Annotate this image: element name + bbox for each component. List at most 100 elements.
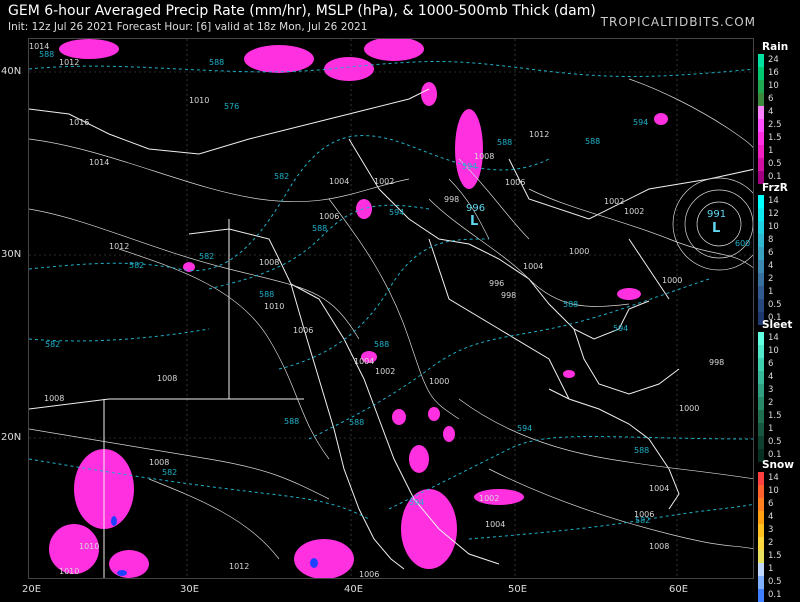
pressure-label: 1008: [649, 542, 669, 551]
precip-area: [392, 409, 406, 425]
precip-area: [563, 370, 575, 378]
thickness-label: 582: [45, 340, 60, 349]
legend-tick-label: 3: [768, 385, 774, 395]
low-centers: 996 L 991 L: [466, 203, 726, 236]
precip-core: [117, 570, 127, 576]
isobar: [29, 428, 330, 500]
legend-tick-label: 2.5: [768, 120, 782, 130]
pressure-label: 998: [444, 195, 459, 204]
pressure-label: 1006: [359, 570, 379, 579]
low-center-value: 996: [466, 203, 485, 214]
thickness-label: 594: [389, 208, 404, 217]
legend-tick-label: 10: [768, 81, 779, 91]
thickness-label: 582: [635, 516, 650, 525]
thickness-label: 588: [585, 137, 600, 146]
pressure-label: 1006: [293, 326, 313, 335]
legend-color-segment: [758, 410, 764, 423]
legend-body: 24 16 10 6 4 2.5 1.5 1 0.5 0.1: [758, 54, 798, 184]
legend-color-segment: [758, 563, 764, 576]
legend-body: 14 10 6 4 3 2 1.5 1 0.5 0.1: [758, 472, 798, 602]
legend-tick-label: 1.5: [768, 411, 782, 421]
thickness-label: 588: [284, 417, 299, 426]
legend-color-segment: [758, 371, 764, 384]
header: GEM 6-hour Averaged Precip Rate (mm/hr),…: [0, 0, 800, 38]
pressure-label: 998: [501, 291, 516, 300]
precip-area: [356, 199, 372, 219]
thickness-label: 594: [633, 118, 648, 127]
thickness-contour: [468, 503, 753, 540]
legend-tick-label: 6: [768, 359, 774, 369]
legend-tick-label: 1.5: [768, 133, 782, 143]
thickness-labels: 576 588 582 588 582 588 594 588 594 588 …: [39, 50, 750, 525]
pressure-label: 1004: [649, 484, 669, 493]
legend-color-segment: [758, 54, 764, 67]
thickness-label: 600: [735, 239, 750, 248]
legend-color-segment: [758, 345, 764, 358]
border: [428, 238, 570, 400]
pressure-label: 1008: [44, 394, 64, 403]
precip-area: [109, 550, 149, 578]
legend-color-bar: [758, 472, 764, 602]
precip-area: [59, 39, 119, 59]
legend-tick-label: 0.5: [768, 577, 782, 587]
precip-core: [310, 558, 318, 568]
legend-color-segment: [758, 332, 764, 345]
legend-snow: Snow 14 10 6 4 3 2 1.5 1 0.5 0.1: [758, 458, 798, 602]
thickness-contour: [29, 61, 753, 77]
legend-color-segment: [758, 145, 764, 158]
pressure-label: 1002: [374, 177, 394, 186]
legend-color-segment: [758, 472, 764, 485]
legend-color-segment: [758, 132, 764, 145]
legend-color-segment: [758, 358, 764, 371]
pressure-label: 1012: [529, 130, 549, 139]
pressure-label: 1010: [189, 96, 209, 105]
thickness-label: 594: [462, 162, 477, 171]
low-center-symbol: L: [712, 221, 720, 236]
thickness-label: 582: [162, 468, 177, 477]
pressure-label: 1012: [59, 58, 79, 67]
lon-label-30e: 30E: [180, 584, 200, 595]
thickness-label: 594: [409, 498, 424, 507]
legend-color-segment: [758, 67, 764, 80]
pressure-label: 1002: [375, 367, 395, 376]
isobar: [148, 478, 280, 560]
thickness-label: 582: [199, 252, 214, 261]
legend-tick-label: 2: [768, 538, 774, 548]
legend-title: Snow: [762, 459, 794, 471]
thickness-label: 588: [259, 290, 274, 299]
legend-tick-label: 1: [768, 424, 774, 434]
pressure-label: 1002: [624, 207, 644, 216]
legend-color-segment: [758, 221, 764, 234]
legend-tick-label: 4: [768, 512, 774, 522]
pressure-label: 1010: [79, 542, 99, 551]
lat-label-40n: 40N: [1, 66, 22, 77]
legend-tick-label: 0.5: [768, 437, 782, 447]
lon-label-60e: 60E: [669, 584, 689, 595]
legend-color-segment: [758, 485, 764, 498]
pressure-label: 1006: [319, 212, 339, 221]
legend-tick-label: 2: [768, 398, 774, 408]
precip-areas: [49, 39, 668, 578]
legend-tick-label: 24: [768, 55, 779, 65]
legend-tick-label: 0.5: [768, 159, 782, 169]
legend-tick-label: 14: [768, 196, 779, 206]
legend-color-segment: [758, 550, 764, 563]
legend-title: FrzR: [762, 182, 788, 194]
legend-color-segment: [758, 234, 764, 247]
legend-tick-label: 3: [768, 525, 774, 535]
legend-tick-label: 1: [768, 146, 774, 156]
legend-tick-label: 4: [768, 261, 774, 271]
pressure-label: 1012: [229, 562, 249, 571]
legend-color-bar: [758, 195, 764, 325]
pressure-label: 1004: [329, 177, 349, 186]
lon-label-50e: 50E: [508, 584, 528, 595]
legend-color-segment: [758, 423, 764, 436]
coastline: [573, 328, 680, 395]
precip-area: [364, 39, 424, 61]
pressure-label: 996: [489, 279, 504, 288]
lat-label-20n: 20N: [1, 432, 22, 443]
precip-area: [428, 407, 440, 421]
pressure-labels: 1014 1012 1010 1016 1014 1008 1006 1004 …: [29, 42, 724, 579]
legend-tick-label: 12: [768, 209, 779, 219]
legend-body: 14 10 6 4 3 2 1.5 1 0.5 0.1: [758, 332, 798, 462]
